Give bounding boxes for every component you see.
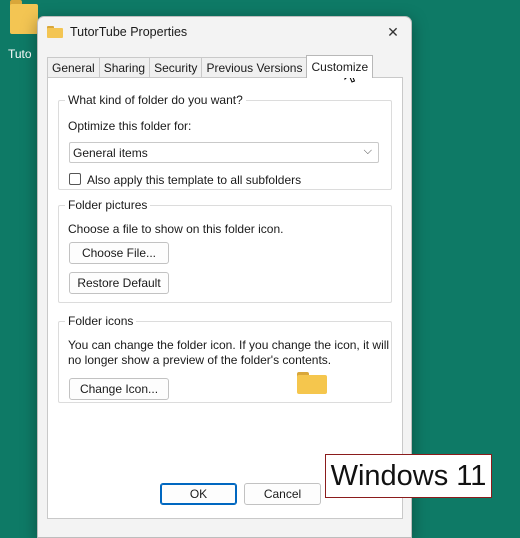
folder-pictures-legend: Folder pictures bbox=[65, 198, 151, 212]
restore-default-button[interactable]: Restore Default bbox=[69, 272, 169, 294]
optimize-selected-value: General items bbox=[73, 146, 148, 160]
folder-pictures-group: Folder pictures Choose a file to show on… bbox=[58, 198, 392, 303]
cancel-button[interactable]: Cancel bbox=[244, 483, 321, 505]
folder-icons-description-line2: no longer show a preview of the folder's… bbox=[68, 353, 332, 367]
chevron-down-icon: ⌵ bbox=[363, 145, 372, 157]
dialog-title: TutorTube Properties bbox=[70, 25, 188, 39]
folder-pictures-description: Choose a file to show on this folder ico… bbox=[68, 222, 284, 236]
optimize-select[interactable]: General items ⌵ bbox=[69, 142, 379, 163]
folder-preview-icon bbox=[297, 372, 327, 394]
tab-general[interactable]: General bbox=[47, 57, 100, 78]
choose-file-button[interactable]: Choose File... bbox=[69, 242, 169, 264]
apply-subfolders-label[interactable]: Also apply this template to all subfolde… bbox=[87, 173, 301, 187]
close-button[interactable]: ✕ bbox=[375, 17, 411, 47]
tab-sharing[interactable]: Sharing bbox=[98, 57, 151, 78]
optimize-label: Optimize this folder for: bbox=[68, 119, 192, 133]
customize-panel: What kind of folder do you want? Optimiz… bbox=[47, 77, 403, 519]
tab-strip: General Sharing Security Previous Versio… bbox=[47, 55, 374, 78]
tab-previous-versions[interactable]: Previous Versions bbox=[201, 57, 308, 78]
title-bar[interactable]: TutorTube Properties ✕ bbox=[38, 17, 411, 49]
folder-icons-description-line1: You can change the folder icon. If you c… bbox=[68, 338, 390, 352]
desktop-folder-icon[interactable] bbox=[10, 0, 38, 34]
folder-icon bbox=[47, 26, 63, 38]
tab-security[interactable]: Security bbox=[149, 57, 203, 78]
windows-11-badge: Windows 11 bbox=[325, 454, 492, 498]
folder-icons-group: Folder icons You can change the folder i… bbox=[58, 314, 392, 403]
close-icon: ✕ bbox=[387, 23, 399, 40]
folder-type-group: What kind of folder do you want? Optimiz… bbox=[58, 93, 392, 190]
folder-type-legend: What kind of folder do you want? bbox=[65, 93, 246, 107]
apply-subfolders-checkbox[interactable] bbox=[69, 173, 81, 185]
folder-icons-legend: Folder icons bbox=[65, 314, 137, 328]
change-icon-button[interactable]: Change Icon... bbox=[69, 378, 169, 400]
desktop-folder-label[interactable]: Tuto bbox=[8, 47, 32, 61]
tab-customize[interactable]: Customize bbox=[306, 55, 374, 78]
ok-button[interactable]: OK bbox=[160, 483, 237, 505]
